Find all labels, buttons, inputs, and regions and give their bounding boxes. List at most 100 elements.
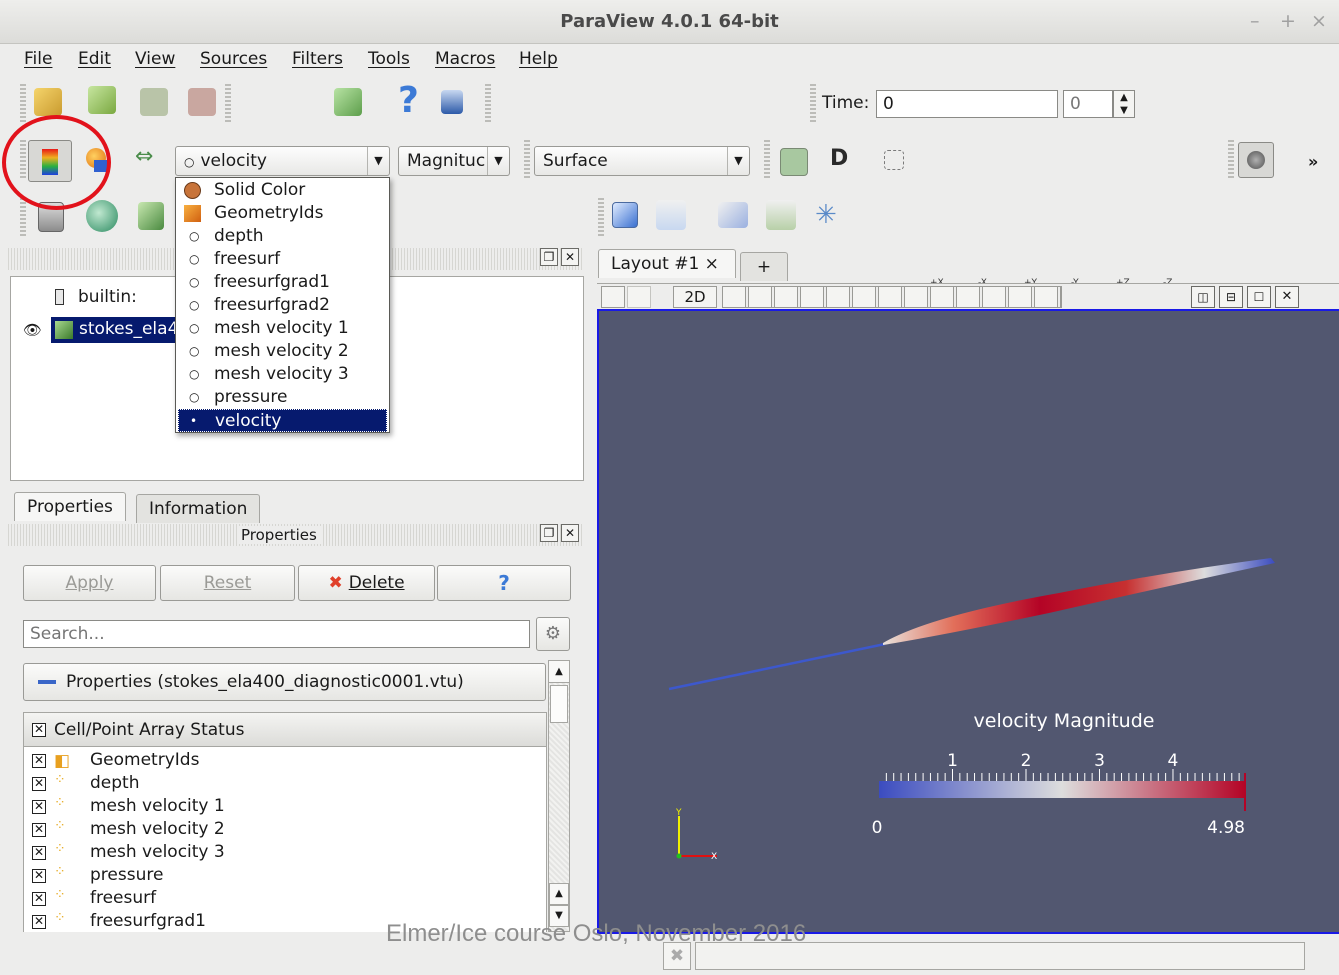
render-view[interactable]: Y X velocity Magnitude 1 2 3 4 0 4.98 xyxy=(597,309,1339,934)
reset-session-icon[interactable] xyxy=(334,88,362,116)
close-dock-icon[interactable]: ✕ xyxy=(561,248,579,266)
pipeline-item-selected[interactable]: stokes_ela4 xyxy=(51,317,186,343)
tab-information[interactable]: Information xyxy=(136,494,261,523)
contour-icon[interactable] xyxy=(86,200,118,232)
disconnect-icon[interactable] xyxy=(188,88,216,116)
dropdown-item-mesh-velocity-1[interactable]: ○ mesh velocity 1 xyxy=(178,317,387,340)
menu-view[interactable]: View xyxy=(135,49,175,69)
reset-camera-icon[interactable] xyxy=(780,148,808,176)
close-dock-icon[interactable]: ✕ xyxy=(561,524,579,542)
dropdown-item-mesh-velocity-2[interactable]: ○ mesh velocity 2 xyxy=(178,340,387,363)
dropdown-item-solid-color[interactable]: Solid Color xyxy=(178,179,387,202)
dropdown-item-label: Solid Color xyxy=(214,180,306,200)
properties-scroll-area: Properties (stokes_ela400_diagnostic0001… xyxy=(23,660,547,932)
color-by-combo[interactable]: ○ velocity ▼ xyxy=(175,146,390,176)
menu-sources[interactable]: Sources xyxy=(200,49,267,69)
array-checkbox[interactable]: ✕ xyxy=(32,823,46,837)
close-button[interactable]: × xyxy=(1311,10,1327,32)
open-icon[interactable] xyxy=(34,88,62,116)
add-layout-tab[interactable]: + xyxy=(740,252,788,281)
float-dock-icon[interactable]: ❐ xyxy=(540,248,558,266)
list-item[interactable]: ✕ ⁘ mesh velocity 1 xyxy=(24,795,546,818)
close-tab-icon[interactable]: × xyxy=(705,254,719,274)
visibility-eye-icon[interactable]: 👁 xyxy=(23,321,42,339)
list-item[interactable]: ✕ ⁘ freesurf xyxy=(24,887,546,910)
gear-icon[interactable]: ⚙ xyxy=(536,617,570,651)
camera-undo-icon[interactable] xyxy=(601,286,625,308)
array-checkbox[interactable]: ✕ xyxy=(32,777,46,791)
selection-tools-group[interactable] xyxy=(722,286,1062,308)
scroll-up-icon[interactable]: ▲ xyxy=(549,883,569,905)
zoom-box-icon[interactable] xyxy=(884,150,904,170)
clip-icon[interactable] xyxy=(138,202,164,230)
array-checkbox[interactable]: ✕ xyxy=(32,846,46,860)
timestep-spin-arrows[interactable]: ▲ ▼ xyxy=(1113,90,1135,118)
glyph-icon[interactable]: ✳ xyxy=(815,200,837,230)
dropdown-item-mesh-velocity-3[interactable]: ○ mesh velocity 3 xyxy=(178,363,387,386)
toolbar-overflow-button[interactable]: » xyxy=(1308,152,1318,171)
save-state-icon[interactable] xyxy=(140,88,168,116)
timestep-spinbox[interactable]: 0 xyxy=(1063,90,1113,118)
array-checkbox[interactable]: ✕ xyxy=(32,754,46,768)
maximize-view-icon[interactable]: ☐ xyxy=(1247,286,1271,308)
pick-icon[interactable] xyxy=(441,90,463,114)
view-mode-2d-button[interactable]: 2D xyxy=(673,286,717,308)
dropdown-item-pressure[interactable]: ○ pressure xyxy=(178,386,387,409)
tab-properties[interactable]: Properties xyxy=(14,492,126,521)
array-checkbox[interactable]: ✕ xyxy=(32,915,46,929)
array-checkbox[interactable]: ✕ xyxy=(32,892,46,906)
array-checkbox[interactable]: ✕ xyxy=(32,800,46,814)
dropdown-item-velocity[interactable]: • velocity xyxy=(178,409,387,432)
scroll-thumb[interactable] xyxy=(550,685,568,723)
delete-button[interactable]: ✖ Delete xyxy=(298,565,435,601)
plot-over-time-icon[interactable] xyxy=(656,200,686,230)
camera-redo-icon[interactable] xyxy=(627,286,651,308)
menu-file[interactable]: File xyxy=(24,49,52,69)
split-vertical-icon[interactable]: ⊟ xyxy=(1219,286,1243,308)
dropdown-item-depth[interactable]: ○ depth xyxy=(178,225,387,248)
select-all-checkbox[interactable]: ✕ xyxy=(32,723,46,737)
list-item[interactable]: ✕ ⁘ mesh velocity 2 xyxy=(24,818,546,841)
list-item[interactable]: ✕ ⁘ mesh velocity 3 xyxy=(24,841,546,864)
scroll-up-icon[interactable]: ▲ xyxy=(549,661,569,683)
connect-icon[interactable] xyxy=(88,86,116,114)
pipeline-root[interactable]: builtin: xyxy=(78,287,137,307)
menu-help[interactable]: Help xyxy=(519,49,558,69)
component-combo[interactable]: Magnituc ▼ xyxy=(398,146,510,176)
plot-over-line-icon[interactable] xyxy=(718,202,748,228)
plot-data-icon[interactable] xyxy=(766,200,796,230)
plot-selection-icon[interactable] xyxy=(612,202,638,228)
float-dock-icon[interactable]: ❐ xyxy=(540,524,558,542)
properties-group-header[interactable]: Properties (stokes_ela400_diagnostic0001… xyxy=(23,663,546,701)
dropdown-item-freesurfgrad2[interactable]: ○ freesurfgrad2 xyxy=(178,294,387,317)
representation-combo[interactable]: Surface ▼ xyxy=(534,146,750,176)
maximize-button[interactable]: + xyxy=(1280,10,1296,32)
list-item[interactable]: ✕ ⁘ depth xyxy=(24,772,546,795)
reset-button[interactable]: Reset xyxy=(160,565,295,601)
dropdown-item-geometryids[interactable]: GeometryIds xyxy=(178,202,387,225)
point-data-icon: ⁘ xyxy=(54,887,66,903)
help-icon[interactable]: ? xyxy=(398,80,419,121)
dropdown-item-freesurfgrad1[interactable]: ○ freesurfgrad1 xyxy=(178,271,387,294)
properties-scrollbar[interactable]: ▲ ▲ ▼ xyxy=(548,660,570,932)
apply-button[interactable]: Apply xyxy=(23,565,156,601)
split-horizontal-icon[interactable]: ◫ xyxy=(1191,286,1215,308)
rescale-range-icon[interactable]: ⇔ xyxy=(135,144,153,169)
array-status-header[interactable]: ✕ Cell/Point Array Status xyxy=(24,713,546,747)
array-checkbox[interactable]: ✕ xyxy=(32,869,46,883)
properties-search-input[interactable] xyxy=(23,620,530,648)
time-input[interactable]: 0 xyxy=(876,90,1058,118)
close-view-icon[interactable]: ✕ xyxy=(1275,286,1299,308)
menu-tools[interactable]: Tools xyxy=(368,49,410,69)
minimize-button[interactable]: – xyxy=(1250,10,1260,32)
menu-macros[interactable]: Macros xyxy=(435,49,495,69)
zoom-to-data-icon[interactable]: D xyxy=(830,146,848,171)
menu-edit[interactable]: Edit xyxy=(78,49,111,69)
orientation-axes-button[interactable] xyxy=(1238,142,1274,178)
properties-help-button[interactable]: ? xyxy=(437,565,571,601)
tab-layout-1[interactable]: Layout #1 × xyxy=(598,249,736,278)
dropdown-item-freesurf[interactable]: ○ freesurf xyxy=(178,248,387,271)
list-item[interactable]: ✕ ◧ GeometryIds xyxy=(24,749,546,772)
menu-filters[interactable]: Filters xyxy=(292,49,343,69)
list-item[interactable]: ✕ ⁘ pressure xyxy=(24,864,546,887)
